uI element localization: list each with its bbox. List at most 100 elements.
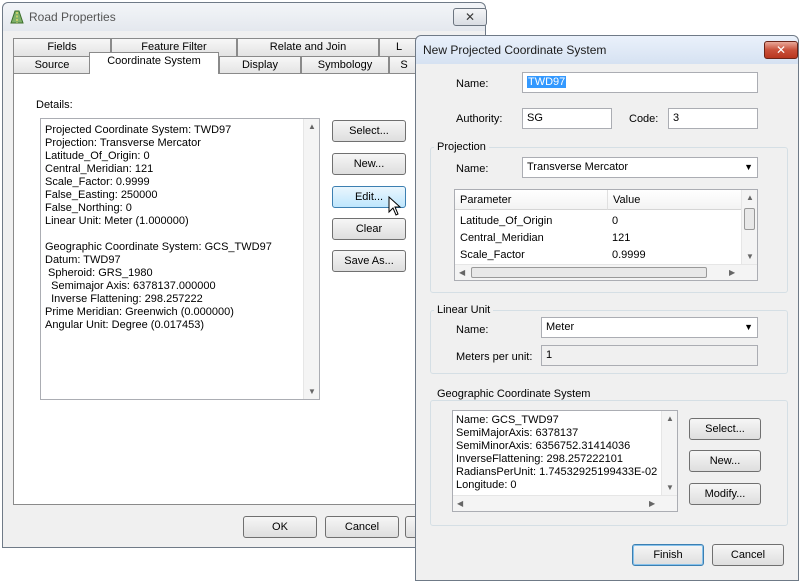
parameter-value-cell[interactable]: 0.9999 xyxy=(607,247,646,264)
details-line: Spheroid: GRS_1980 xyxy=(45,267,153,279)
cancel-button[interactable]: Cancel xyxy=(325,516,399,538)
parameter-value-cell[interactable]: 121 xyxy=(607,230,630,247)
projection-value: Transverse Mercator xyxy=(527,161,629,173)
gcs-line: InverseFlattening: 298.257222101 xyxy=(456,453,623,465)
projection-group-title: Projection xyxy=(434,141,489,153)
tab-source[interactable]: Source xyxy=(13,56,91,74)
gcs-modify-button[interactable]: Modify... xyxy=(689,483,761,505)
clear-button[interactable]: Clear xyxy=(332,218,406,240)
gcs-line: SemiMajorAxis: 6378137 xyxy=(456,427,579,439)
details-label: Details: xyxy=(36,99,73,111)
road-properties-window: Road Properties ✕ Fields Feature Filter … xyxy=(2,2,487,548)
gcs-group-title: Geographic Coordinate System xyxy=(434,388,594,400)
name-label: Name: xyxy=(456,78,489,90)
name-field[interactable]: TWD97 xyxy=(522,72,758,93)
details-textbox[interactable]: Projected Coordinate System: TWD97 Projec… xyxy=(40,118,320,400)
details-line: Geographic Coordinate System: GCS_TWD97 xyxy=(45,241,272,253)
finish-button[interactable]: Finish xyxy=(632,544,704,566)
road-properties-titlebar[interactable]: Road Properties ✕ xyxy=(3,3,487,31)
meters-per-unit-field[interactable]: 1 xyxy=(541,345,758,366)
gcs-line: SemiMinorAxis: 6356752.31414036 xyxy=(456,440,631,452)
projection-dropdown[interactable]: Transverse Mercator ▼ xyxy=(522,157,758,178)
save-as-button[interactable]: Save As... xyxy=(332,250,406,272)
new-pcs-title: New Projected Coordinate System xyxy=(423,43,607,57)
gcs-new-button[interactable]: New... xyxy=(689,450,761,472)
details-line: Projected Coordinate System: TWD97 xyxy=(45,124,232,136)
scroll-down-icon[interactable]: ▼ xyxy=(666,483,674,492)
tab-display[interactable]: Display xyxy=(219,56,301,74)
meters-per-unit-label: Meters per unit: xyxy=(456,351,533,363)
close-icon[interactable]: ✕ xyxy=(764,41,798,59)
road-layer-icon xyxy=(9,9,25,28)
scroll-left-icon[interactable]: ◀ xyxy=(459,268,465,277)
coordinate-system-panel: Details: Projected Coordinate System: TW… xyxy=(13,73,483,505)
details-line: Angular Unit: Degree (0.017453) xyxy=(45,319,204,331)
details-line: False_Northing: 0 xyxy=(45,202,132,214)
value-column-header[interactable]: Value xyxy=(607,190,743,210)
details-line: Latitude_Of_Origin: 0 xyxy=(45,150,150,162)
details-line: Scale_Factor: 0.9999 xyxy=(45,176,150,188)
gcs-vertical-scrollbar[interactable]: ▲ ▼ xyxy=(661,411,677,495)
scroll-up-icon[interactable]: ▲ xyxy=(308,122,316,131)
chevron-down-icon: ▼ xyxy=(744,162,753,172)
scroll-thumb[interactable] xyxy=(471,267,707,278)
new-pcs-titlebar[interactable]: New Projected Coordinate System ✕ xyxy=(416,36,798,64)
authority-label: Authority: xyxy=(456,113,503,125)
linear-unit-dropdown[interactable]: Meter ▼ xyxy=(541,317,758,338)
details-line: Prime Meridian: Greenwich (0.000000) xyxy=(45,306,234,318)
details-line: Semimajor Axis: 6378137.000000 xyxy=(45,280,216,292)
road-properties-close-button[interactable]: ✕ xyxy=(453,8,487,26)
mouse-pointer-icon xyxy=(388,196,402,216)
parameter-grid[interactable]: Parameter Value Latitude_Of_Origin 0 Centr… xyxy=(454,189,758,281)
parameter-name-cell[interactable]: Scale_Factor xyxy=(455,247,525,264)
select-button[interactable]: Select... xyxy=(332,120,406,142)
scroll-thumb[interactable] xyxy=(744,208,755,230)
parameter-row[interactable]: Central_Meridian 121 xyxy=(455,230,743,247)
new-button[interactable]: New... xyxy=(332,153,406,175)
chevron-down-icon: ▼ xyxy=(744,322,753,332)
details-line: Linear Unit: Meter (1.000000) xyxy=(45,215,189,227)
scroll-left-icon[interactable]: ◀ xyxy=(457,499,463,508)
scroll-right-icon[interactable]: ▶ xyxy=(729,268,735,277)
scroll-right-icon[interactable]: ▶ xyxy=(649,499,655,508)
parameter-column-header[interactable]: Parameter xyxy=(455,190,607,210)
projection-name-label: Name: xyxy=(456,163,489,175)
road-properties-title: Road Properties xyxy=(29,10,116,24)
parameter-name-cell[interactable]: Latitude_Of_Origin xyxy=(455,213,552,230)
details-line: Projection: Transverse Mercator xyxy=(45,137,201,149)
ok-button[interactable]: OK xyxy=(243,516,317,538)
code-field[interactable]: 3 xyxy=(668,108,758,129)
parameter-name-cell[interactable]: Central_Meridian xyxy=(455,230,544,247)
tab-coordinate-system[interactable]: Coordinate System xyxy=(89,52,219,74)
parameter-value-cell[interactable]: 0 xyxy=(607,213,618,230)
scroll-up-icon[interactable]: ▲ xyxy=(746,193,754,202)
details-line: Inverse Flattening: 298.257222 xyxy=(45,293,203,305)
scroll-down-icon[interactable]: ▼ xyxy=(308,387,316,396)
gcs-details-textbox[interactable]: Name: GCS_TWD97 SemiMajorAxis: 6378137 Sem… xyxy=(452,410,678,512)
gcs-horizontal-scrollbar[interactable]: ◀ ▶ xyxy=(453,495,677,511)
linear-unit-value: Meter xyxy=(546,321,575,333)
linear-unit-group-title: Linear Unit xyxy=(434,304,494,316)
details-vertical-scrollbar[interactable]: ▲ ▼ xyxy=(303,119,319,399)
authority-field[interactable]: SG xyxy=(522,108,612,129)
scroll-down-icon[interactable]: ▼ xyxy=(746,252,754,261)
dialog-cancel-button[interactable]: Cancel xyxy=(712,544,784,566)
parameter-row[interactable]: Latitude_Of_Origin 0 xyxy=(455,213,743,230)
details-line xyxy=(45,228,272,241)
details-line: Central_Meridian: 121 xyxy=(45,163,154,175)
details-line: Datum: TWD97 xyxy=(45,254,121,266)
gcs-line: RadiansPerUnit: 1.74532925199433E-02 xyxy=(456,466,658,478)
grid-vertical-scrollbar[interactable]: ▲ ▼ xyxy=(741,190,757,264)
name-value: TWD97 xyxy=(527,76,567,88)
tab-symbology[interactable]: Symbology xyxy=(301,56,389,74)
scroll-up-icon[interactable]: ▲ xyxy=(666,414,674,423)
new-projected-coordinate-system-dialog: New Projected Coordinate System ✕ Name: … xyxy=(415,35,799,581)
details-line: False_Easting: 250000 xyxy=(45,189,158,201)
tab-labels[interactable]: L xyxy=(379,38,419,56)
code-label: Code: xyxy=(629,113,659,125)
tab-relate-and-join[interactable]: Relate and Join xyxy=(237,38,379,56)
parameter-row[interactable]: Scale_Factor 0.9999 xyxy=(455,247,743,264)
linear-name-label: Name: xyxy=(456,324,489,336)
gcs-select-button[interactable]: Select... xyxy=(689,418,761,440)
grid-horizontal-scrollbar[interactable]: ◀ ▶ xyxy=(455,264,757,280)
